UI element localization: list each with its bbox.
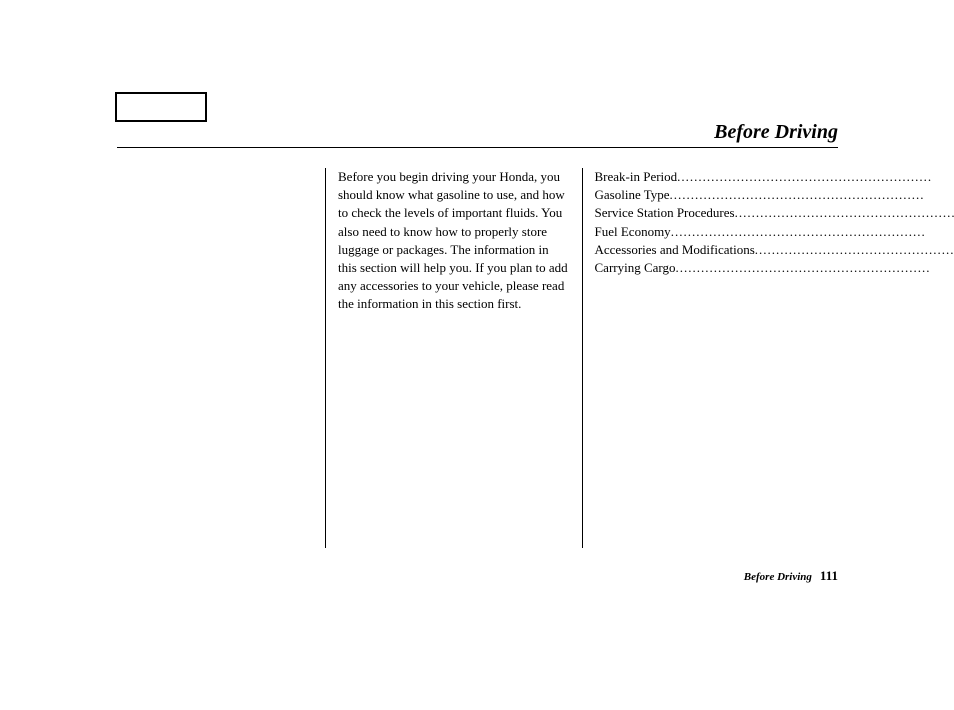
intro-column: Before you begin driving your Honda, you… (325, 168, 582, 548)
toc-entry[interactable]: Accessories and Modifications117 (595, 241, 954, 259)
content-columns: Before you begin driving your Honda, you… (325, 168, 838, 548)
intro-paragraph: Before you begin driving your Honda, you… (338, 168, 570, 314)
manual-page: Before Driving Before you begin driving … (0, 0, 954, 710)
toc-entry-label: Service Station Procedures (595, 204, 735, 222)
page-header: Before Driving (117, 122, 838, 148)
toc-entry-label: Gasoline Type (595, 186, 670, 204)
page-footer: Before Driving111 (744, 568, 838, 584)
footer-page-number: 111 (820, 568, 838, 583)
toc-column: Break-in Period112Gasoline Type112Servic… (582, 168, 954, 548)
toc-dot-leader (755, 241, 954, 259)
toc-entry[interactable]: Gasoline Type112 (595, 186, 954, 204)
toc-dot-leader (670, 186, 954, 204)
toc-entry[interactable]: Fuel Economy116 (595, 223, 954, 241)
toc-dot-leader (676, 259, 954, 277)
section-title: Before Driving (117, 122, 838, 144)
footer-section-name: Before Driving (744, 571, 820, 583)
toc-dot-leader (677, 168, 954, 186)
toc-entry[interactable]: Service Station Procedures113 (595, 204, 954, 222)
toc-entry-label: Carrying Cargo (595, 259, 676, 277)
toc-entry[interactable]: Carrying Cargo119 (595, 259, 954, 277)
toc-dot-leader (671, 223, 954, 241)
toc-entry-label: Accessories and Modifications (595, 241, 755, 259)
main-tab-box (115, 92, 207, 122)
toc-entry-label: Break-in Period (595, 168, 678, 186)
toc-entry-label: Fuel Economy (595, 223, 671, 241)
toc-dot-leader (735, 204, 954, 222)
toc-entry[interactable]: Break-in Period112 (595, 168, 954, 186)
